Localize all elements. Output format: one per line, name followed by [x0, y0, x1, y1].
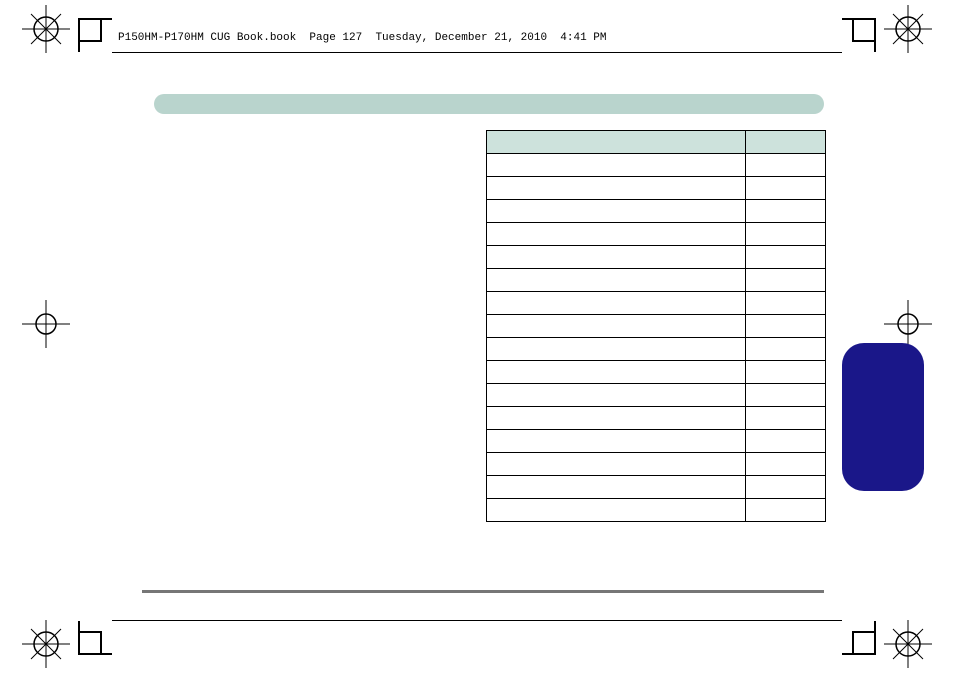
- table-cell: [487, 269, 746, 292]
- registration-mark-icon: [884, 300, 932, 348]
- section-heading-bar: [154, 94, 824, 114]
- page-header-text: P150HM-P170HM CUG Book.book Page 127 Tue…: [118, 32, 606, 44]
- table-cell: [487, 430, 746, 453]
- table-row: [487, 200, 826, 223]
- table-row: [487, 269, 826, 292]
- table-row: [487, 453, 826, 476]
- registration-mark-icon: [884, 5, 932, 53]
- table-cell: [745, 430, 825, 453]
- table-row: [487, 499, 826, 522]
- table-cell: [487, 476, 746, 499]
- chapter-tab: [842, 343, 924, 491]
- table-header-row: [487, 131, 826, 154]
- table-row: [487, 361, 826, 384]
- table-cell: [487, 292, 746, 315]
- table-cell: [487, 384, 746, 407]
- table-row: [487, 384, 826, 407]
- table-row: [487, 407, 826, 430]
- table-row: [487, 154, 826, 177]
- table-cell: [487, 200, 746, 223]
- registration-mark-icon: [884, 620, 932, 668]
- table-row: [487, 246, 826, 269]
- table-cell: [745, 269, 825, 292]
- crop-corner-icon: [78, 621, 112, 655]
- table-cell: [745, 315, 825, 338]
- table-cell: [745, 246, 825, 269]
- table-cell: [745, 407, 825, 430]
- table-cell: [487, 246, 746, 269]
- table-cell: [487, 338, 746, 361]
- crop-rule: [112, 620, 842, 621]
- table-row: [487, 223, 826, 246]
- table-cell: [745, 200, 825, 223]
- table-cell: [745, 384, 825, 407]
- table-row: [487, 315, 826, 338]
- crop-corner-icon: [842, 621, 876, 655]
- crop-rule: [112, 52, 842, 53]
- table-header-cell: [745, 131, 825, 154]
- crop-corner-icon: [78, 18, 112, 52]
- table-cell: [487, 177, 746, 200]
- table-cell: [487, 407, 746, 430]
- table-cell: [745, 177, 825, 200]
- table-row: [487, 292, 826, 315]
- table-cell: [487, 453, 746, 476]
- table-cell: [745, 338, 825, 361]
- table-cell: [745, 361, 825, 384]
- table-cell: [487, 223, 746, 246]
- table-cell: [487, 154, 746, 177]
- table-row: [487, 476, 826, 499]
- table-cell: [745, 499, 825, 522]
- crop-corner-icon: [842, 18, 876, 52]
- registration-mark-icon: [22, 300, 70, 348]
- specification-table: [486, 130, 826, 522]
- table-cell: [745, 223, 825, 246]
- table-cell: [745, 476, 825, 499]
- registration-mark-icon: [22, 5, 70, 53]
- table-cell: [487, 315, 746, 338]
- table-row: [487, 177, 826, 200]
- table-row: [487, 338, 826, 361]
- table-header-cell: [487, 131, 746, 154]
- table-cell: [745, 292, 825, 315]
- footer-rule: [142, 590, 824, 593]
- table-cell: [745, 154, 825, 177]
- table-row: [487, 430, 826, 453]
- table-cell: [487, 361, 746, 384]
- registration-mark-icon: [22, 620, 70, 668]
- table-cell: [487, 499, 746, 522]
- table-cell: [745, 453, 825, 476]
